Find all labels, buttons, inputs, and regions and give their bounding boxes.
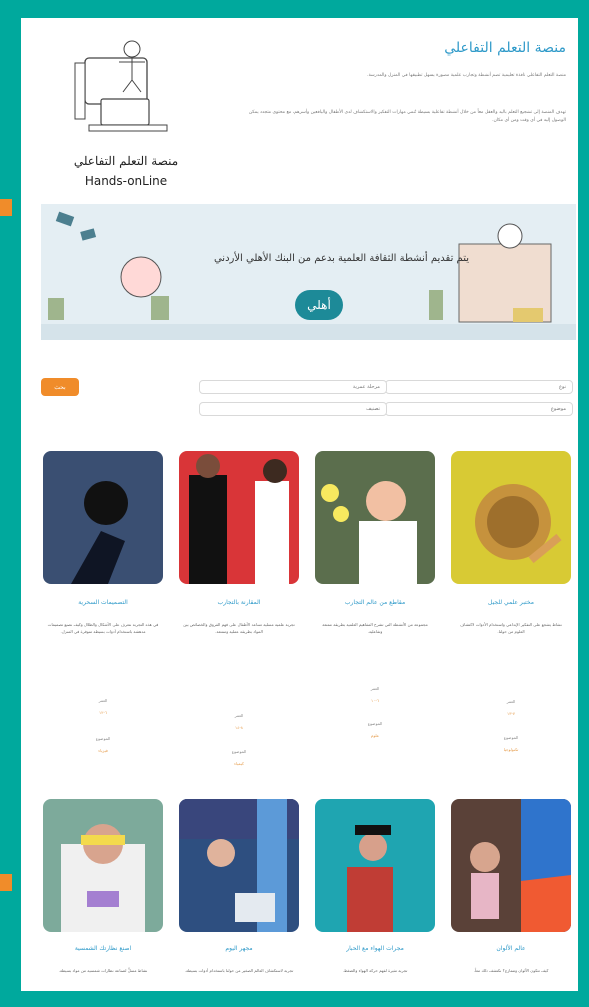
filter-type[interactable]: نوع bbox=[385, 380, 573, 394]
card-1-meta1-label: العمر bbox=[98, 698, 108, 703]
sponsor-banner[interactable]: يتم تقديم أنشطة الثقافة العلمية بدعم من … bbox=[41, 204, 576, 340]
logo-arabic: منصة التعلم التفاعلي bbox=[73, 154, 179, 168]
card-1-desc: في هذه التجربة نتعرف على الأشكال والظلال… bbox=[47, 622, 159, 634]
card-8-title: عالم الألوان bbox=[496, 945, 526, 952]
card-4[interactable]: مختبر علمي للجيل نشاط يشجع على التفكير ا… bbox=[451, 451, 571, 756]
card-3-meta2-label: الموضوع bbox=[367, 721, 383, 726]
site-logo[interactable]: منصة التعلم التفاعلي Hands-onLine bbox=[61, 32, 191, 192]
card-5-title: اصنع نظارتك الشمسية bbox=[74, 945, 132, 952]
card-3-meta2-value: علوم bbox=[370, 733, 380, 738]
card-8-desc: كيف تتكون الألوان وتتمازج؟ نكتشف ذلك معا… bbox=[473, 968, 549, 973]
card-7-title: مجرات الهواء مع الحبار bbox=[346, 945, 404, 952]
ahli-logo: أهلي bbox=[295, 290, 343, 320]
card-2-meta1-value: ٨-١٤ bbox=[235, 725, 243, 730]
search-button[interactable]: بحث bbox=[41, 378, 79, 396]
card-3-title: مقاطع من عالم التجارب bbox=[344, 599, 406, 606]
card-8-photo bbox=[451, 799, 571, 932]
card-5-image bbox=[43, 799, 163, 932]
card-2-image bbox=[179, 451, 299, 584]
card-1-image bbox=[43, 451, 163, 584]
card-8[interactable]: عالم الألوان كيف تتكون الألوان وتتمازج؟ … bbox=[451, 799, 571, 989]
card-7-desc: تجربة مثيرة لفهم حركة الهواء والضغط. bbox=[342, 968, 408, 973]
card-3-image bbox=[315, 451, 435, 584]
card-7[interactable]: مجرات الهواء مع الحبار تجربة مثيرة لفهم … bbox=[315, 799, 435, 989]
card-2-meta2-label: الموضوع bbox=[231, 749, 247, 754]
left-marker-bottom bbox=[0, 874, 12, 891]
card-4-photo bbox=[451, 451, 571, 584]
card-6-title: مجهر اليوم bbox=[225, 945, 253, 952]
card-3[interactable]: مقاطع من عالم التجارب مجموعة من الأنشطة … bbox=[315, 451, 435, 751]
card-4-title: مختبر علمي للجيل bbox=[488, 599, 534, 606]
card-2-meta2-value: كيمياء bbox=[234, 761, 244, 766]
logo-english: Hands-onLine bbox=[84, 174, 168, 188]
card-6[interactable]: مجهر اليوم تجربة لاستكشاف العالم الصغير … bbox=[179, 799, 299, 989]
filter-category[interactable]: تصنيف bbox=[199, 402, 387, 416]
card-6-desc: تجربة لاستكشاف العالم الصغير من حولنا با… bbox=[184, 968, 294, 973]
intro-paragraph: منصة التعلم التفاعلي نافذة تعليمية تضم أ… bbox=[367, 73, 566, 78]
card-7-photo bbox=[315, 799, 435, 932]
card-3-photo bbox=[315, 451, 435, 584]
card-1[interactable]: التصميمات السحرية في هذه التجربة نتعرف ع… bbox=[43, 451, 163, 756]
card-6-image bbox=[179, 799, 299, 932]
card-2-photo bbox=[179, 451, 299, 584]
card-5-desc: نشاط مسلٍّ لصناعة نظارات شمسية من مواد ب… bbox=[58, 968, 148, 973]
body-paragraph: تهدف المنصة إلى تشجيع التعلم باليد والعق… bbox=[248, 110, 566, 123]
card-5-photo bbox=[43, 799, 163, 932]
logo-illustration bbox=[74, 40, 168, 132]
banner-text: يتم تقديم أنشطة الثقافة العلمية بدعم من … bbox=[213, 253, 469, 264]
card-3-meta1-label: العمر bbox=[370, 686, 380, 691]
card-1-meta1-value: ٦-١٢ bbox=[99, 710, 107, 715]
left-marker-top bbox=[0, 199, 12, 216]
card-1-meta2-label: الموضوع bbox=[95, 736, 111, 741]
card-7-image bbox=[315, 799, 435, 932]
card-2-desc: تجربة علمية مسلية تساعد الأطفال على فهم … bbox=[183, 622, 295, 634]
card-1-title: التصميمات السحرية bbox=[78, 599, 128, 606]
filters: بحث نوع مرحلة عمرية موضوع تصنيف bbox=[41, 368, 576, 424]
card-1-meta2-value: فيزياء bbox=[98, 748, 108, 753]
card-5[interactable]: اصنع نظارتك الشمسية نشاط مسلٍّ لصناعة نظ… bbox=[43, 799, 163, 989]
card-4-image bbox=[451, 451, 571, 584]
header: منصة التعلم التفاعلي Hands-onLine منصة ا… bbox=[21, 18, 578, 198]
page-title: منصة التعلم التفاعلي bbox=[444, 40, 566, 56]
card-6-photo bbox=[179, 799, 299, 932]
card-3-desc: مجموعة من الأنشطة التي تشرح المفاهيم الع… bbox=[322, 622, 428, 634]
card-4-meta1-value: ٧-١٣ bbox=[507, 711, 515, 716]
card-4-desc: نشاط يشجع على التفكير الإبداعي واستخدام … bbox=[460, 622, 562, 634]
filter-age[interactable]: مرحلة عمرية bbox=[199, 380, 387, 394]
filter-topic[interactable]: موضوع bbox=[385, 402, 573, 416]
card-4-meta2-value: تكنولوجيا bbox=[503, 747, 519, 752]
card-4-meta1-label: العمر bbox=[506, 699, 516, 704]
card-8-image bbox=[451, 799, 571, 932]
card-4-meta2-label: الموضوع bbox=[503, 735, 519, 740]
card-1-photo bbox=[43, 451, 163, 584]
card-2-meta1-label: العمر bbox=[234, 713, 244, 718]
page: منصة التعلم التفاعلي Hands-onLine منصة ا… bbox=[21, 18, 578, 991]
card-2-title: المقارنة بالتجارب bbox=[217, 599, 261, 606]
card-3-meta1-value: ٦-١٠ bbox=[371, 698, 379, 703]
card-2[interactable]: المقارنة بالتجارب تجربة علمية مسلية تساع… bbox=[179, 451, 299, 781]
